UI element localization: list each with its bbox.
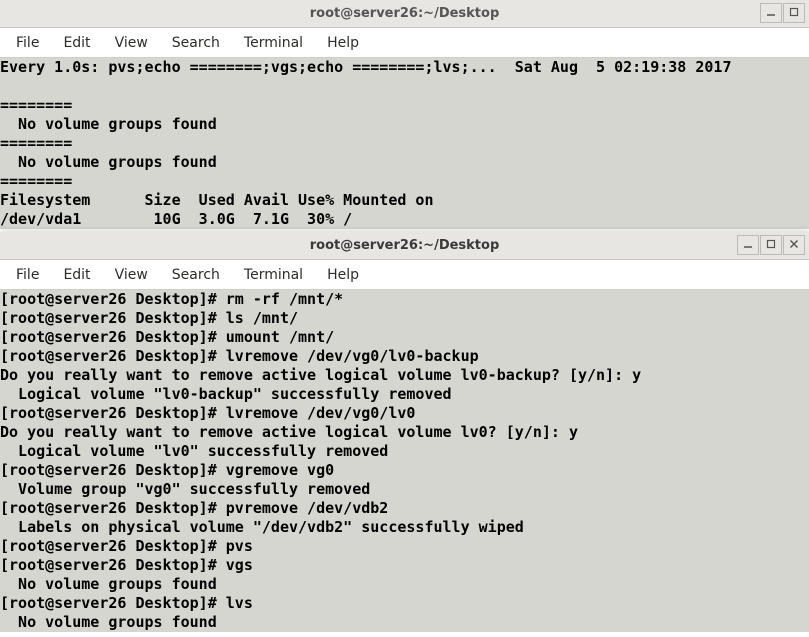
maximize-button[interactable] [783, 3, 805, 23]
window-title-1: root@server26:~/Desktop [310, 6, 500, 21]
window-title-2: root@server26:~/Desktop [310, 238, 500, 253]
maximize-button[interactable] [760, 235, 782, 255]
menu-help[interactable]: Help [317, 265, 369, 285]
menu-terminal[interactable]: Terminal [234, 265, 313, 285]
close-icon [789, 239, 799, 252]
maximize-icon [789, 7, 799, 20]
window-buttons-1 [760, 3, 805, 23]
terminal-window-1: root@server26:~/Desktop File Edit View S… [0, 0, 809, 232]
menu-view[interactable]: View [105, 33, 158, 53]
menubar-2: File Edit View Search Terminal Help [0, 260, 809, 290]
menu-view[interactable]: View [105, 265, 158, 285]
minimize-icon [766, 7, 776, 20]
minimize-button[interactable] [760, 3, 782, 23]
menu-help[interactable]: Help [317, 33, 369, 53]
minimize-icon [743, 239, 753, 252]
menu-edit[interactable]: Edit [53, 265, 100, 285]
terminal-output-2[interactable]: [root@server26 Desktop]# rm -rf /mnt/* [… [0, 290, 809, 632]
close-button[interactable] [783, 235, 805, 255]
menubar-1: File Edit View Search Terminal Help [0, 28, 809, 58]
menu-file[interactable]: File [6, 33, 49, 53]
terminal-window-2: root@server26:~/Desktop File Edit View [0, 232, 809, 637]
terminal-output-1[interactable]: Every 1.0s: pvs;echo ========;vgs;echo =… [0, 58, 809, 229]
menu-terminal[interactable]: Terminal [234, 33, 313, 53]
window-buttons-2 [737, 235, 805, 255]
titlebar-1: root@server26:~/Desktop [0, 0, 809, 28]
maximize-icon [766, 239, 776, 252]
titlebar-2: root@server26:~/Desktop [0, 232, 809, 260]
menu-search[interactable]: Search [162, 265, 230, 285]
menu-search[interactable]: Search [162, 33, 230, 53]
minimize-button[interactable] [737, 235, 759, 255]
menu-edit[interactable]: Edit [53, 33, 100, 53]
menu-file[interactable]: File [6, 265, 49, 285]
